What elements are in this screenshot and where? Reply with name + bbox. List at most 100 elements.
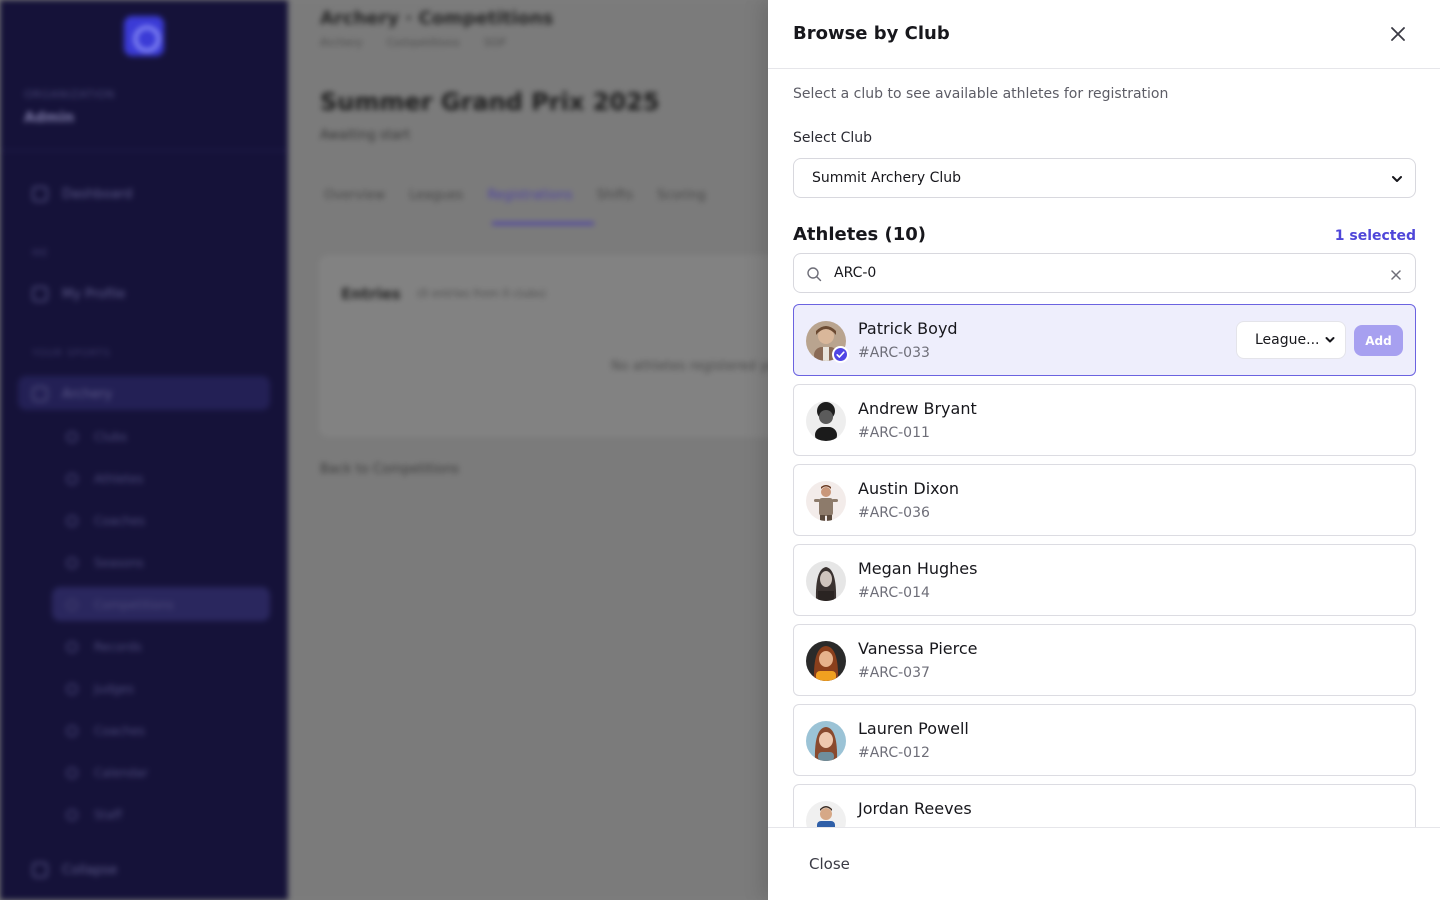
tab-shifts[interactable]: Shifts bbox=[597, 188, 633, 203]
sidebar: ORGANIZATION Admin Dashboard ME My Profi… bbox=[0, 0, 288, 900]
club-select-value: Summit Archery Club bbox=[812, 170, 961, 186]
athlete-name: Austin Dixon bbox=[858, 479, 960, 498]
athlete-name: Megan Hughes bbox=[858, 559, 978, 578]
add-button[interactable]: Add bbox=[1354, 325, 1403, 356]
close-icon[interactable] bbox=[1386, 22, 1410, 46]
league-select[interactable]: League... bbox=[1236, 321, 1346, 359]
card-subtitle: (0 entries from 0 clubs) bbox=[417, 287, 547, 300]
drawer-footer: Close bbox=[768, 827, 1440, 900]
breadcrumb-item[interactable]: Competitions bbox=[387, 36, 460, 49]
target-icon bbox=[32, 386, 48, 402]
club-select-label: Select Club bbox=[793, 130, 873, 146]
sidebar-sub-item[interactable]: Seasons bbox=[66, 556, 144, 570]
sidebar-sub-item-competitions[interactable]: Competitions bbox=[66, 598, 174, 612]
athlete-row-megan-hughes[interactable]: Megan Hughes #ARC-014 bbox=[793, 544, 1416, 616]
sidebar-item-dashboard[interactable]: Dashboard bbox=[32, 184, 133, 204]
athlete-row-lauren-powell[interactable]: Lauren Powell #ARC-012 bbox=[793, 704, 1416, 776]
athlete-code: #ARC-011 bbox=[858, 425, 930, 441]
app-logo-icon bbox=[124, 16, 164, 56]
tab-active-indicator bbox=[492, 222, 594, 225]
back-link[interactable]: Back to Competitions bbox=[320, 462, 459, 477]
bullet-icon bbox=[66, 725, 78, 737]
org-name: Admin bbox=[24, 110, 75, 126]
athlete-name: Patrick Boyd bbox=[858, 319, 958, 338]
tab-scoring[interactable]: Scoring bbox=[657, 188, 706, 203]
search-input[interactable] bbox=[834, 262, 1374, 284]
bullet-icon bbox=[66, 683, 78, 695]
athlete-code: #ARC-037 bbox=[858, 665, 930, 681]
sidebar-divider bbox=[0, 150, 288, 151]
breadcrumb-item: SGP bbox=[483, 36, 506, 49]
close-button[interactable]: Close bbox=[793, 848, 866, 880]
sidebar-item-my-profile[interactable]: My Profile bbox=[32, 284, 125, 304]
sidebar-sub-item[interactable]: Judges bbox=[66, 682, 134, 696]
athlete-name: Vanessa Pierce bbox=[858, 639, 978, 658]
avatar bbox=[806, 481, 846, 521]
drawer-subtitle: Select a club to see available athletes … bbox=[793, 86, 1169, 102]
avatar bbox=[806, 561, 846, 601]
athletes-header: Athletes (10) bbox=[793, 224, 927, 245]
athlete-row-patrick-boyd[interactable]: Patrick Boyd #ARC-033 League... Add bbox=[793, 304, 1416, 376]
user-icon bbox=[32, 286, 48, 302]
status-badge: Awaiting start bbox=[320, 128, 411, 143]
athlete-code: #ARC-014 bbox=[858, 585, 930, 601]
sidebar-sub-item[interactable]: Staff bbox=[66, 808, 122, 822]
bullet-icon bbox=[66, 515, 78, 527]
bullet-icon bbox=[66, 431, 78, 443]
bullet-icon bbox=[66, 767, 78, 779]
athlete-row-jordan-reeves[interactable]: Jordan Reeves bbox=[793, 784, 1416, 827]
athlete-code: #ARC-012 bbox=[858, 745, 930, 761]
sidebar-sub-item[interactable]: Records bbox=[66, 640, 142, 654]
sidebar-item-label: Archery bbox=[62, 386, 113, 402]
league-select-value: League... bbox=[1255, 332, 1320, 348]
bullet-icon bbox=[66, 557, 78, 569]
club-select[interactable]: Summit Archery Club bbox=[793, 158, 1416, 198]
sidebar-sub-item[interactable]: Calendar bbox=[66, 766, 148, 780]
tab-bar: Overview Leagues Registrations Shifts Sc… bbox=[324, 188, 706, 203]
sidebar-collapse[interactable]: Collapse bbox=[32, 860, 117, 880]
empty-state: No athletes registered yet bbox=[611, 359, 781, 374]
bullet-icon bbox=[66, 641, 78, 653]
sidebar-item-label: My Profile bbox=[62, 286, 126, 302]
athlete-search bbox=[793, 253, 1416, 293]
search-icon bbox=[806, 266, 822, 286]
page-title: Summer Grand Prix 2025 bbox=[320, 88, 660, 116]
tab-overview[interactable]: Overview bbox=[324, 188, 385, 203]
athlete-row-austin-dixon[interactable]: Austin Dixon #ARC-036 bbox=[793, 464, 1416, 536]
sidebar-sub-item[interactable]: Athletes bbox=[66, 472, 143, 486]
sidebar-item-archery[interactable]: Archery bbox=[32, 384, 112, 404]
dashboard-icon bbox=[32, 186, 48, 202]
clear-search-icon[interactable] bbox=[1389, 267, 1403, 286]
drawer-header: Browse by Club bbox=[768, 0, 1440, 69]
sidebar-item-label: Dashboard bbox=[62, 186, 133, 202]
sidebar-sub-item[interactable]: Coaches bbox=[66, 514, 145, 528]
breadcrumb-item[interactable]: Archery bbox=[320, 36, 363, 49]
org-label: ORGANIZATION bbox=[24, 88, 115, 101]
athlete-row-vanessa-pierce[interactable]: Vanessa Pierce #ARC-037 bbox=[793, 624, 1416, 696]
card-title: Entries bbox=[341, 285, 401, 303]
entries-card: Entries (0 entries from 0 clubs) No athl… bbox=[320, 256, 790, 436]
athlete-name: Andrew Bryant bbox=[858, 399, 977, 418]
sidebar-sub-item[interactable]: Coaches bbox=[66, 724, 145, 738]
selected-count: 1 selected bbox=[1334, 228, 1416, 244]
sidebar-section-me: ME bbox=[32, 248, 49, 259]
browse-by-club-drawer: Browse by Club Select a club to see avai… bbox=[768, 0, 1440, 900]
athlete-code: #ARC-036 bbox=[858, 505, 930, 521]
collapse-icon bbox=[32, 862, 48, 878]
drawer-title: Browse by Club bbox=[793, 23, 950, 44]
athlete-list: Patrick Boyd #ARC-033 League... Add Andr… bbox=[793, 304, 1416, 827]
athlete-name: Jordan Reeves bbox=[858, 799, 972, 818]
bullet-icon bbox=[66, 599, 78, 611]
tab-leagues[interactable]: Leagues bbox=[409, 188, 463, 203]
tab-registrations[interactable]: Registrations bbox=[487, 188, 572, 203]
main-content: Archery · Competitions Archery Competiti… bbox=[288, 0, 790, 900]
sidebar-sub-item[interactable]: Clubs bbox=[66, 430, 127, 444]
chevron-down-icon bbox=[1323, 333, 1337, 351]
breadcrumb-title: Archery · Competitions bbox=[320, 8, 554, 29]
athlete-name: Lauren Powell bbox=[858, 719, 969, 738]
athlete-row-andrew-bryant[interactable]: Andrew Bryant #ARC-011 bbox=[793, 384, 1416, 456]
sidebar-section-sports: YOUR SPORTS bbox=[32, 348, 111, 359]
check-icon bbox=[832, 346, 849, 363]
avatar bbox=[806, 801, 846, 827]
breadcrumb: Archery Competitions SGP bbox=[320, 36, 506, 49]
